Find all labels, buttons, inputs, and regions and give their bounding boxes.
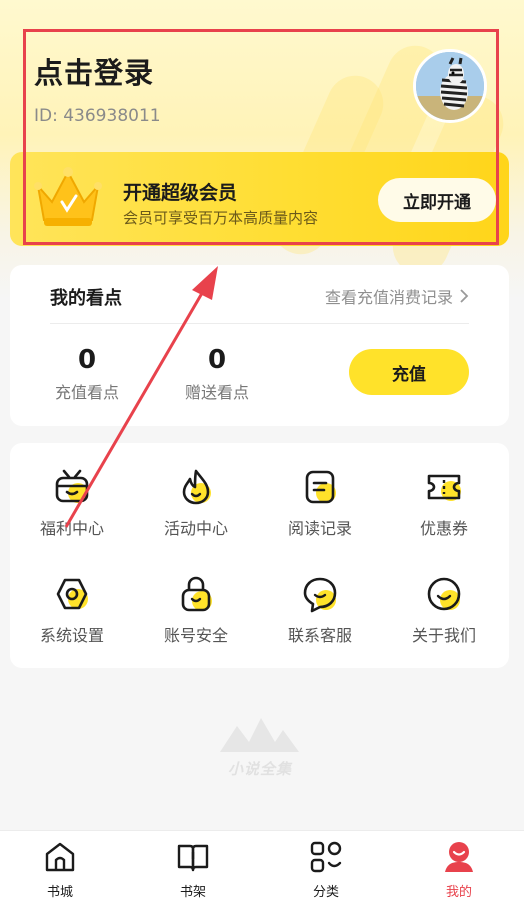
tab-label: 分类: [312, 885, 339, 900]
recharge-records-link[interactable]: 查看充值消费记录: [325, 284, 469, 308]
menu-item-reading-history[interactable]: 阅读记录: [258, 467, 382, 539]
settings-icon: [56, 578, 88, 610]
flame-icon: [182, 469, 211, 505]
user-id: ID: 436938011: [34, 106, 161, 126]
home-icon: [45, 842, 75, 872]
vip-title: 开通超级会员: [123, 182, 238, 204]
gift-points-stat: 0 赠送看点: [180, 345, 254, 403]
profile-section[interactable]: 点击登录 ID: 436938011: [34, 50, 161, 126]
tab-label: 书城: [46, 885, 73, 900]
chevron-right-icon: [460, 289, 469, 303]
avatar[interactable]: [413, 49, 487, 123]
menu-label: 活动中心: [163, 519, 228, 538]
book-icon: [177, 844, 209, 872]
divider: [50, 323, 469, 324]
recharge-records-label: 查看充值消费记录: [324, 288, 453, 307]
menu-label: 关于我们: [411, 626, 476, 645]
login-title[interactable]: 点击登录: [34, 50, 161, 92]
points-card: 我的看点 查看充值消费记录 0 充值看点 0 赠送看点 充值: [10, 265, 509, 426]
tab-mine[interactable]: 我的: [419, 839, 499, 900]
lock-icon: [181, 576, 212, 612]
tab-bookshelf[interactable]: 书架: [153, 839, 233, 900]
activate-vip-button[interactable]: 立即开通: [378, 178, 496, 222]
menu-item-customer-service[interactable]: 联系客服: [258, 574, 382, 646]
crown-icon: [34, 167, 102, 226]
menu-label: 联系客服: [287, 626, 352, 645]
bottom-tab-bar: 书城 书架 分类 我的: [0, 830, 524, 913]
menu-item-coupons[interactable]: 优惠券: [382, 467, 506, 539]
menu-label: 优惠券: [419, 519, 468, 538]
recharge-points-stat: 0 充值看点: [50, 345, 124, 403]
chat-icon: [303, 577, 337, 613]
tv-icon: [55, 469, 89, 503]
recharge-button[interactable]: 充值: [349, 349, 469, 395]
recharge-points-label: 充值看点: [54, 383, 119, 402]
app-watermark: 小说全集: [215, 712, 305, 782]
vip-subtitle: 会员可享受百万本高质量内容: [123, 209, 319, 227]
ticket-icon: [427, 474, 461, 501]
tab-bookstore[interactable]: 书城: [20, 839, 100, 900]
menu-label: 账号安全: [163, 626, 228, 645]
points-title: 我的看点: [50, 288, 122, 309]
menu-item-about-us[interactable]: 关于我们: [382, 574, 506, 646]
recharge-points-value: 0: [77, 345, 97, 375]
tab-label: 书架: [179, 885, 206, 900]
menu-label: 福利中心: [39, 519, 104, 538]
vip-card[interactable]: 开通超级会员 会员可享受百万本高质量内容 立即开通: [10, 152, 509, 246]
menu-item-activity[interactable]: 活动中心: [134, 467, 258, 539]
menu-label: 阅读记录: [287, 519, 352, 538]
category-icon: [310, 841, 342, 873]
tab-label: 我的: [445, 885, 472, 900]
smile-icon: [427, 577, 461, 611]
menu-item-account-security[interactable]: 账号安全: [134, 574, 258, 646]
header-background: [0, 0, 524, 300]
gift-points-label: 赠送看点: [184, 383, 249, 402]
mountain-logo-icon: [220, 718, 299, 752]
menu-item-welfare[interactable]: 福利中心: [10, 467, 134, 539]
watermark-text: 小说全集: [227, 760, 292, 778]
tab-category[interactable]: 分类: [286, 839, 366, 900]
menu-label: 系统设置: [39, 626, 104, 645]
document-icon: [305, 470, 336, 504]
zebra-avatar-image: [416, 52, 484, 120]
menu-item-settings[interactable]: 系统设置: [10, 574, 134, 646]
profile-icon: [445, 842, 473, 872]
menu-card: 福利中心 活动中心 阅读记录 优惠券 系统设置 账号安全 联系客服 关于我们: [10, 443, 509, 668]
gift-points-value: 0: [207, 345, 227, 375]
